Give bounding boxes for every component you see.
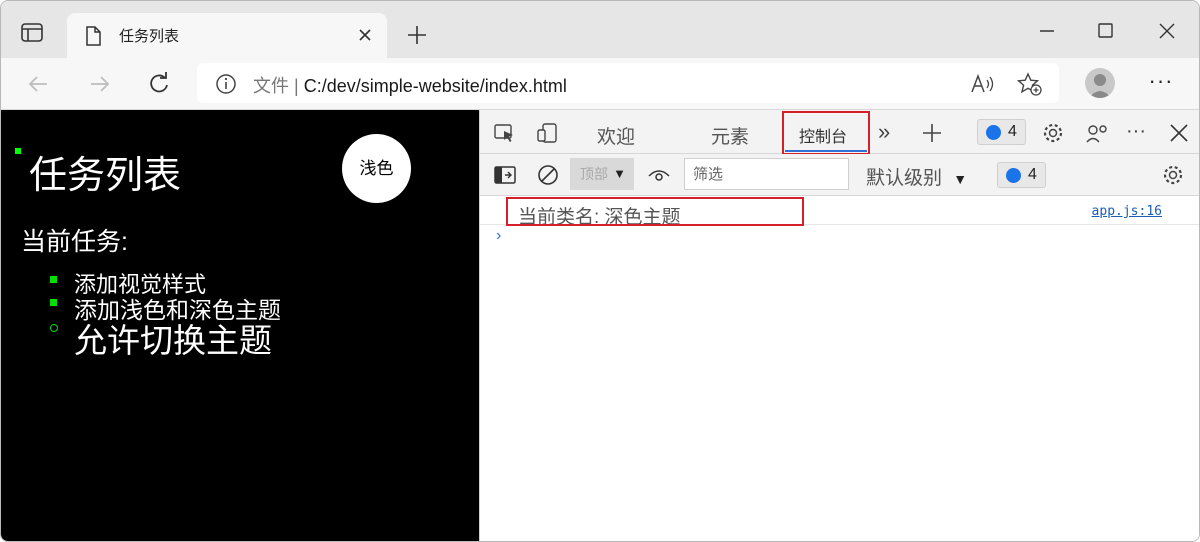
more-options-icon[interactable]: ··· xyxy=(1126,121,1150,144)
theme-toggle-button[interactable]: 浅色 xyxy=(342,134,411,203)
tab-elements[interactable]: 元素 xyxy=(711,122,749,149)
add-tab-icon[interactable] xyxy=(920,122,944,144)
refresh-icon[interactable] xyxy=(145,70,173,98)
address-separator: | xyxy=(294,76,299,96)
clear-console-icon[interactable] xyxy=(536,164,560,186)
close-tab-icon[interactable] xyxy=(355,25,375,45)
task-item-3: 允许切换主题 xyxy=(74,322,272,359)
tab-strip: 任务列表 xyxy=(1,1,1199,59)
console-settings-gear-icon[interactable] xyxy=(1161,164,1185,186)
back-icon[interactable] xyxy=(25,70,53,98)
task-bullet xyxy=(50,276,57,283)
console-prompt-icon[interactable]: › xyxy=(496,227,501,245)
tab-welcome[interactable]: 欢迎 xyxy=(597,122,635,149)
chevron-down-icon: ▼ xyxy=(613,166,626,181)
read-aloud-icon[interactable] xyxy=(969,72,995,96)
console-output: 当前类名: 深色主题 app.js:16 › xyxy=(480,197,1199,541)
address-text: 文件 | C:/dev/simple-website/index.html xyxy=(253,72,567,98)
web-page: 任务列表 浅色 当前任务: 添加视觉样式 添加浅色和深色主题 允许切换主题 xyxy=(1,110,479,541)
info-icon[interactable] xyxy=(215,73,237,95)
log-level-select[interactable]: 默认级别 ▼ xyxy=(866,163,967,190)
settings-more-icon[interactable]: ··· xyxy=(1147,70,1175,98)
address-bar[interactable]: 文件 | C:/dev/simple-website/index.html xyxy=(197,63,1059,103)
messages-count: 4 xyxy=(1028,166,1037,183)
browser-tab[interactable]: 任务列表 xyxy=(67,13,387,59)
task-bullet xyxy=(50,324,58,332)
sidebar-toggle-icon[interactable] xyxy=(493,164,517,186)
messages-badge[interactable]: 4 xyxy=(997,162,1046,188)
filter-input[interactable] xyxy=(684,158,849,190)
devtools-panel: 欢迎 元素 控制台 » 4 ··· 顶部 ▼ 筛选 默认级别 ▼ 4 当前类名:… xyxy=(479,110,1199,541)
close-window-icon[interactable] xyxy=(1155,19,1179,43)
new-tab-icon[interactable] xyxy=(405,23,429,47)
message-icon xyxy=(1006,168,1021,183)
forward-icon[interactable] xyxy=(85,70,113,98)
page-icon xyxy=(83,25,103,47)
add-favorite-icon[interactable] xyxy=(1016,72,1043,96)
browser-toolbar: 文件 | C:/dev/simple-website/index.html ··… xyxy=(1,58,1199,110)
tab-actions-icon[interactable] xyxy=(19,21,47,45)
browser-window: 任务列表 文件 | C:/dev/simple-website/index.ht… xyxy=(0,0,1200,542)
settings-gear-icon[interactable] xyxy=(1041,122,1065,144)
inspect-element-icon[interactable] xyxy=(493,122,517,144)
close-devtools-icon[interactable] xyxy=(1167,122,1191,144)
issues-count: 4 xyxy=(1008,123,1017,140)
maximize-icon[interactable] xyxy=(1093,19,1117,43)
customize-icon[interactable] xyxy=(1085,122,1109,144)
eye-icon[interactable] xyxy=(647,164,671,186)
highlight-box xyxy=(506,197,804,226)
minimize-icon[interactable] xyxy=(1035,19,1059,43)
context-label: 顶部 xyxy=(580,166,608,182)
console-toolbar: 顶部 ▼ 默认级别 ▼ 4 xyxy=(480,154,1199,196)
device-emulation-icon[interactable] xyxy=(536,122,560,144)
log-level-label: 默认级别 xyxy=(866,168,943,189)
more-tabs-icon[interactable]: » xyxy=(878,121,902,144)
address-url: C:/dev/simple-website/index.html xyxy=(303,76,567,96)
context-select[interactable]: 顶部 ▼ xyxy=(570,158,634,190)
highlight-box xyxy=(782,111,870,155)
page-title: 任务列表 xyxy=(29,155,182,197)
issues-badge[interactable]: 4 xyxy=(977,119,1026,145)
source-link[interactable]: app.js:16 xyxy=(1092,204,1162,219)
message-icon xyxy=(986,125,1001,140)
profile-avatar[interactable] xyxy=(1085,68,1115,98)
address-info-label: 文件 xyxy=(253,76,289,96)
tab-title: 任务列表 xyxy=(119,28,180,45)
task-bullet xyxy=(50,299,57,306)
section-heading: 当前任务: xyxy=(21,228,128,256)
devtools-tab-bar: 欢迎 元素 控制台 » 4 ··· xyxy=(480,110,1199,155)
focus-marker xyxy=(15,148,21,154)
chevron-down-icon: ▼ xyxy=(953,171,968,187)
